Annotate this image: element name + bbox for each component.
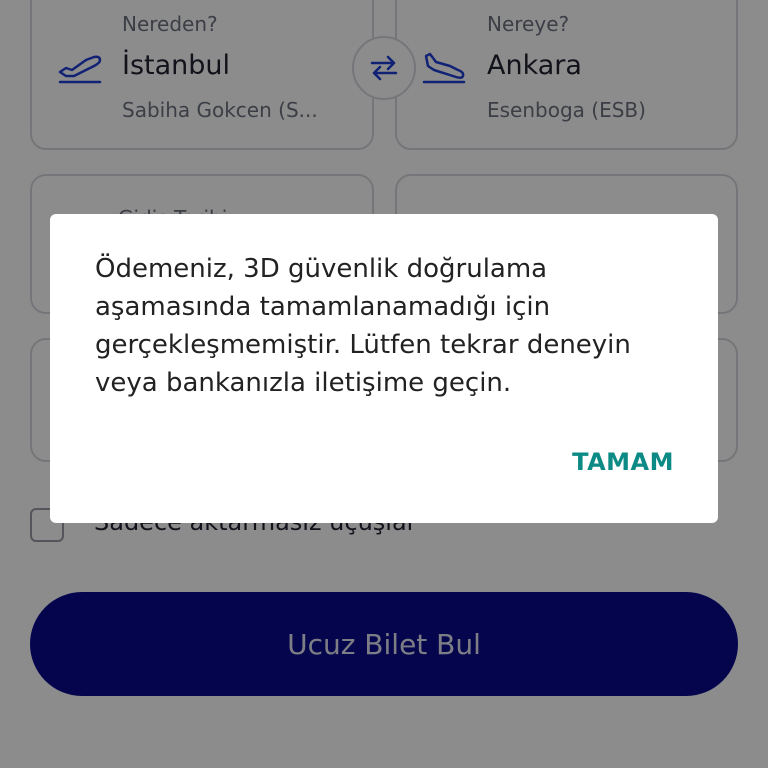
dialog-message: Ödemeniz, 3D güvenlik doğrulama aşamasın…: [95, 254, 631, 398]
flight-search-screen: Nereden? İstanbul Sabiha Gokcen (S... Ne…: [0, 0, 768, 768]
payment-error-dialog: Ödemeniz, 3D güvenlik doğrulama aşamasın…: [50, 214, 718, 523]
ok-button[interactable]: TAMAM: [572, 448, 674, 476]
